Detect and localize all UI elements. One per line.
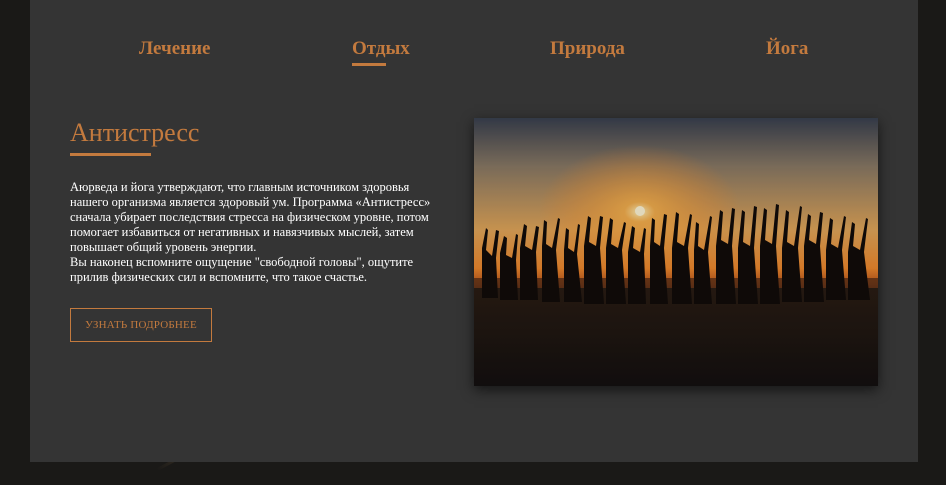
tab-priroda[interactable]: Природа	[550, 38, 625, 60]
tab-label: Природа	[550, 38, 625, 59]
tab-label: Йога	[766, 38, 809, 59]
category-tabs: Лечение Отдых Природа Йога	[30, 38, 918, 72]
tab-label: Отдых	[352, 38, 410, 59]
description-paragraph: Вы наконец вспомните ощущение "свободной…	[70, 255, 414, 284]
learn-more-button[interactable]: УЗНАТЬ ПОДРОБНЕЕ	[70, 308, 212, 342]
active-tab-underline	[352, 63, 386, 66]
section-title: Антистресс	[70, 118, 200, 147]
section-description: Аюрведа и йога утверждают, что главным и…	[70, 180, 445, 285]
sunset-group-photo	[474, 118, 878, 386]
tab-yoga[interactable]: Йога	[766, 38, 808, 60]
tab-lechenie[interactable]: Лечение	[139, 38, 210, 60]
tab-label: Лечение	[139, 38, 211, 59]
tab-otdyh[interactable]: Отдых	[352, 38, 410, 66]
content-panel: Лечение Отдых Природа Йога Антистресс Аю…	[30, 0, 918, 462]
title-underline	[70, 153, 151, 156]
description-paragraph: Аюрведа и йога утверждают, что главным и…	[70, 180, 431, 254]
